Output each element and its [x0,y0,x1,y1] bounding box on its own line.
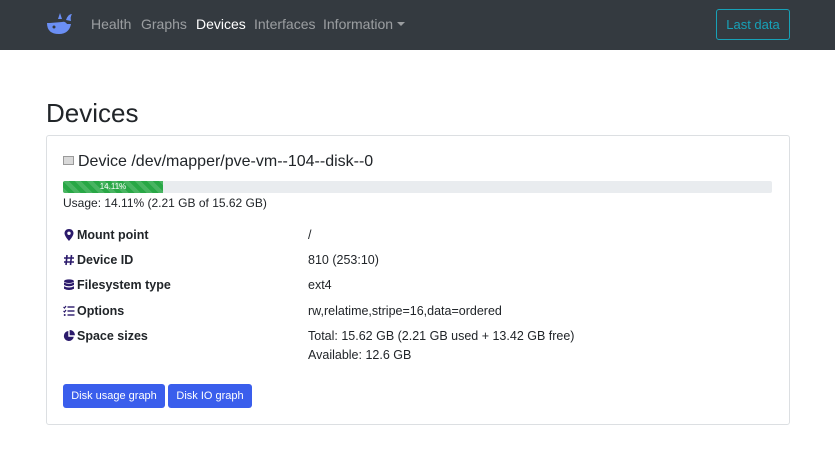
caret-down-icon [397,22,406,26]
list-check-icon [63,305,75,316]
options-label-text: Options [77,304,125,318]
device-title: Device /dev/mapper/pve-vm--104--disk--0 [63,152,373,171]
filesystem-type-value: ext4 [308,278,332,292]
disk-io-graph-button[interactable]: Disk IO graph [168,384,252,408]
usage-text: Usage: 14.11% (2.21 GB of 15.62 GB) [63,196,267,210]
mount-point-value: / [308,228,312,242]
nav-devices[interactable]: Devices [196,16,246,33]
filesystem-type-label-text: Filesystem type [77,278,171,292]
usage-progress-bar: 14.11% [63,181,164,193]
device-id-label: Device ID [63,253,133,268]
disk-usage-graph-button[interactable]: Disk usage graph [63,384,165,408]
device-title-text: Device /dev/mapper/pve-vm--104--disk--0 [78,153,374,170]
hdd-icon [63,156,74,165]
pie-chart-icon [63,330,75,341]
space-sizes-available: Available: 12.6 GB [308,348,412,362]
device-id-value: 810 (253:10) [308,253,379,267]
page-title: Devices [46,98,139,128]
nav-graphs[interactable]: Graphs [141,16,187,33]
space-sizes-total: Total: 15.62 GB (2.21 GB used + 13.42 GB… [308,329,575,343]
database-icon [64,279,74,291]
nav-interfaces[interactable]: Interfaces [254,16,315,33]
options-label: Options [63,304,124,319]
navbar: Health Graphs Devices Interfaces Informa… [0,0,835,50]
mount-point-label: Mount point [63,228,149,243]
nav-health[interactable]: Health [91,16,131,33]
last-data-button[interactable]: Last data [716,9,790,40]
nav-information[interactable]: Information [323,16,406,33]
whale-logo-icon[interactable] [44,8,74,38]
hashtag-icon [64,254,74,266]
nav-information-label: Information [323,16,394,32]
map-marker-icon [64,229,74,241]
device-id-label-text: Device ID [77,253,134,267]
mount-point-label-text: Mount point [77,228,149,242]
space-sizes-label-text: Space sizes [77,329,148,343]
usage-progress: 14.11% [63,181,772,193]
space-sizes-label: Space sizes [63,329,148,344]
options-value: rw,relatime,stripe=16,data=ordered [308,304,502,318]
filesystem-type-label: Filesystem type [63,278,171,293]
